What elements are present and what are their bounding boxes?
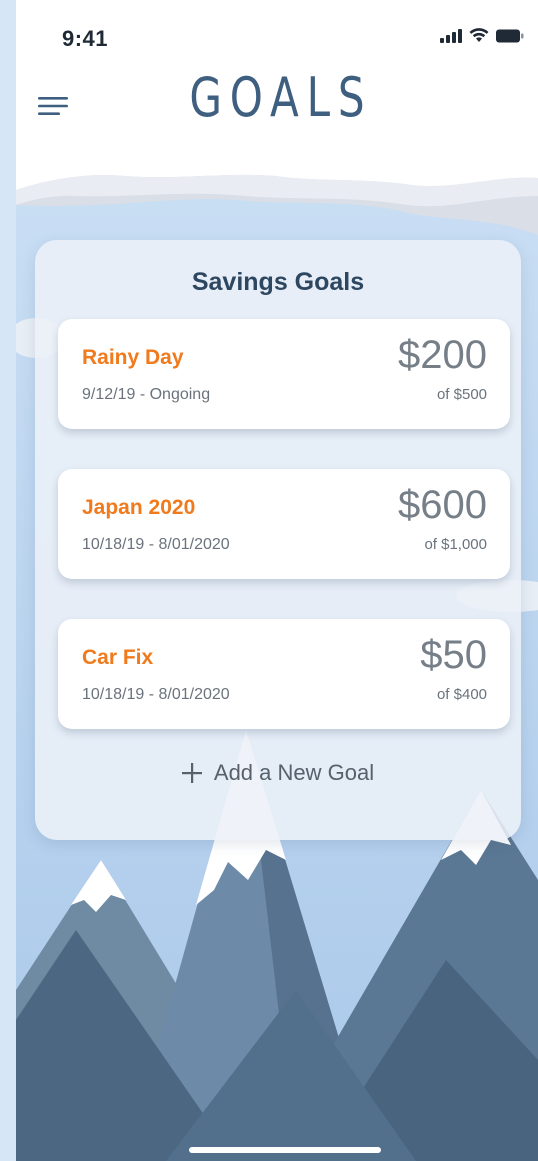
page-title: GOALS xyxy=(189,66,373,129)
goal-name: Rainy Day xyxy=(82,346,184,369)
plus-icon xyxy=(181,763,202,783)
status-bar: 9:41 xyxy=(16,0,538,70)
goal-dates: 10/18/19 - 8/01/2020 xyxy=(82,686,230,703)
goal-saved-amount: $50 xyxy=(420,633,487,677)
home-indicator[interactable] xyxy=(189,1147,381,1153)
savings-goals-panel: Savings Goals Rainy Day 9/12/19 - Ongoin… xyxy=(35,240,521,840)
hamburger-menu-button[interactable] xyxy=(36,91,70,121)
signal-icon xyxy=(440,28,462,43)
hamburger-menu-icon xyxy=(38,97,68,115)
wifi-icon xyxy=(469,28,489,42)
goal-card-rainy-day[interactable]: Rainy Day 9/12/19 - Ongoing $200 of $500 xyxy=(58,319,510,429)
battery-icon xyxy=(496,29,524,42)
status-time: 9:41 xyxy=(62,26,109,51)
goal-card-japan-2020[interactable]: Japan 2020 10/18/19 - 8/01/2020 $600 of … xyxy=(58,469,510,579)
goal-name: Japan 2020 xyxy=(82,496,196,519)
phone-screen: 9:41 GOALS Savings Goals Rainy Day 9/12/… xyxy=(16,0,538,1161)
add-goal-label: Add a New Goal xyxy=(213,760,375,785)
add-new-goal-button[interactable]: Add a New Goal xyxy=(35,760,521,786)
goal-dates: 10/18/19 - 8/01/2020 xyxy=(82,536,230,553)
goal-target-amount: of $1,000 xyxy=(424,536,487,553)
panel-title: Savings Goals xyxy=(191,268,365,296)
goal-target-amount: of $500 xyxy=(436,386,487,403)
goal-dates: 9/12/19 - Ongoing xyxy=(82,386,211,403)
status-icons xyxy=(440,28,524,43)
goal-name: Car Fix xyxy=(82,646,154,669)
goal-saved-amount: $600 xyxy=(398,483,487,527)
goal-saved-amount: $200 xyxy=(398,333,487,377)
goal-card-car-fix[interactable]: Car Fix 10/18/19 - 8/01/2020 $50 of $400 xyxy=(58,619,510,729)
goal-target-amount: of $400 xyxy=(436,686,487,703)
